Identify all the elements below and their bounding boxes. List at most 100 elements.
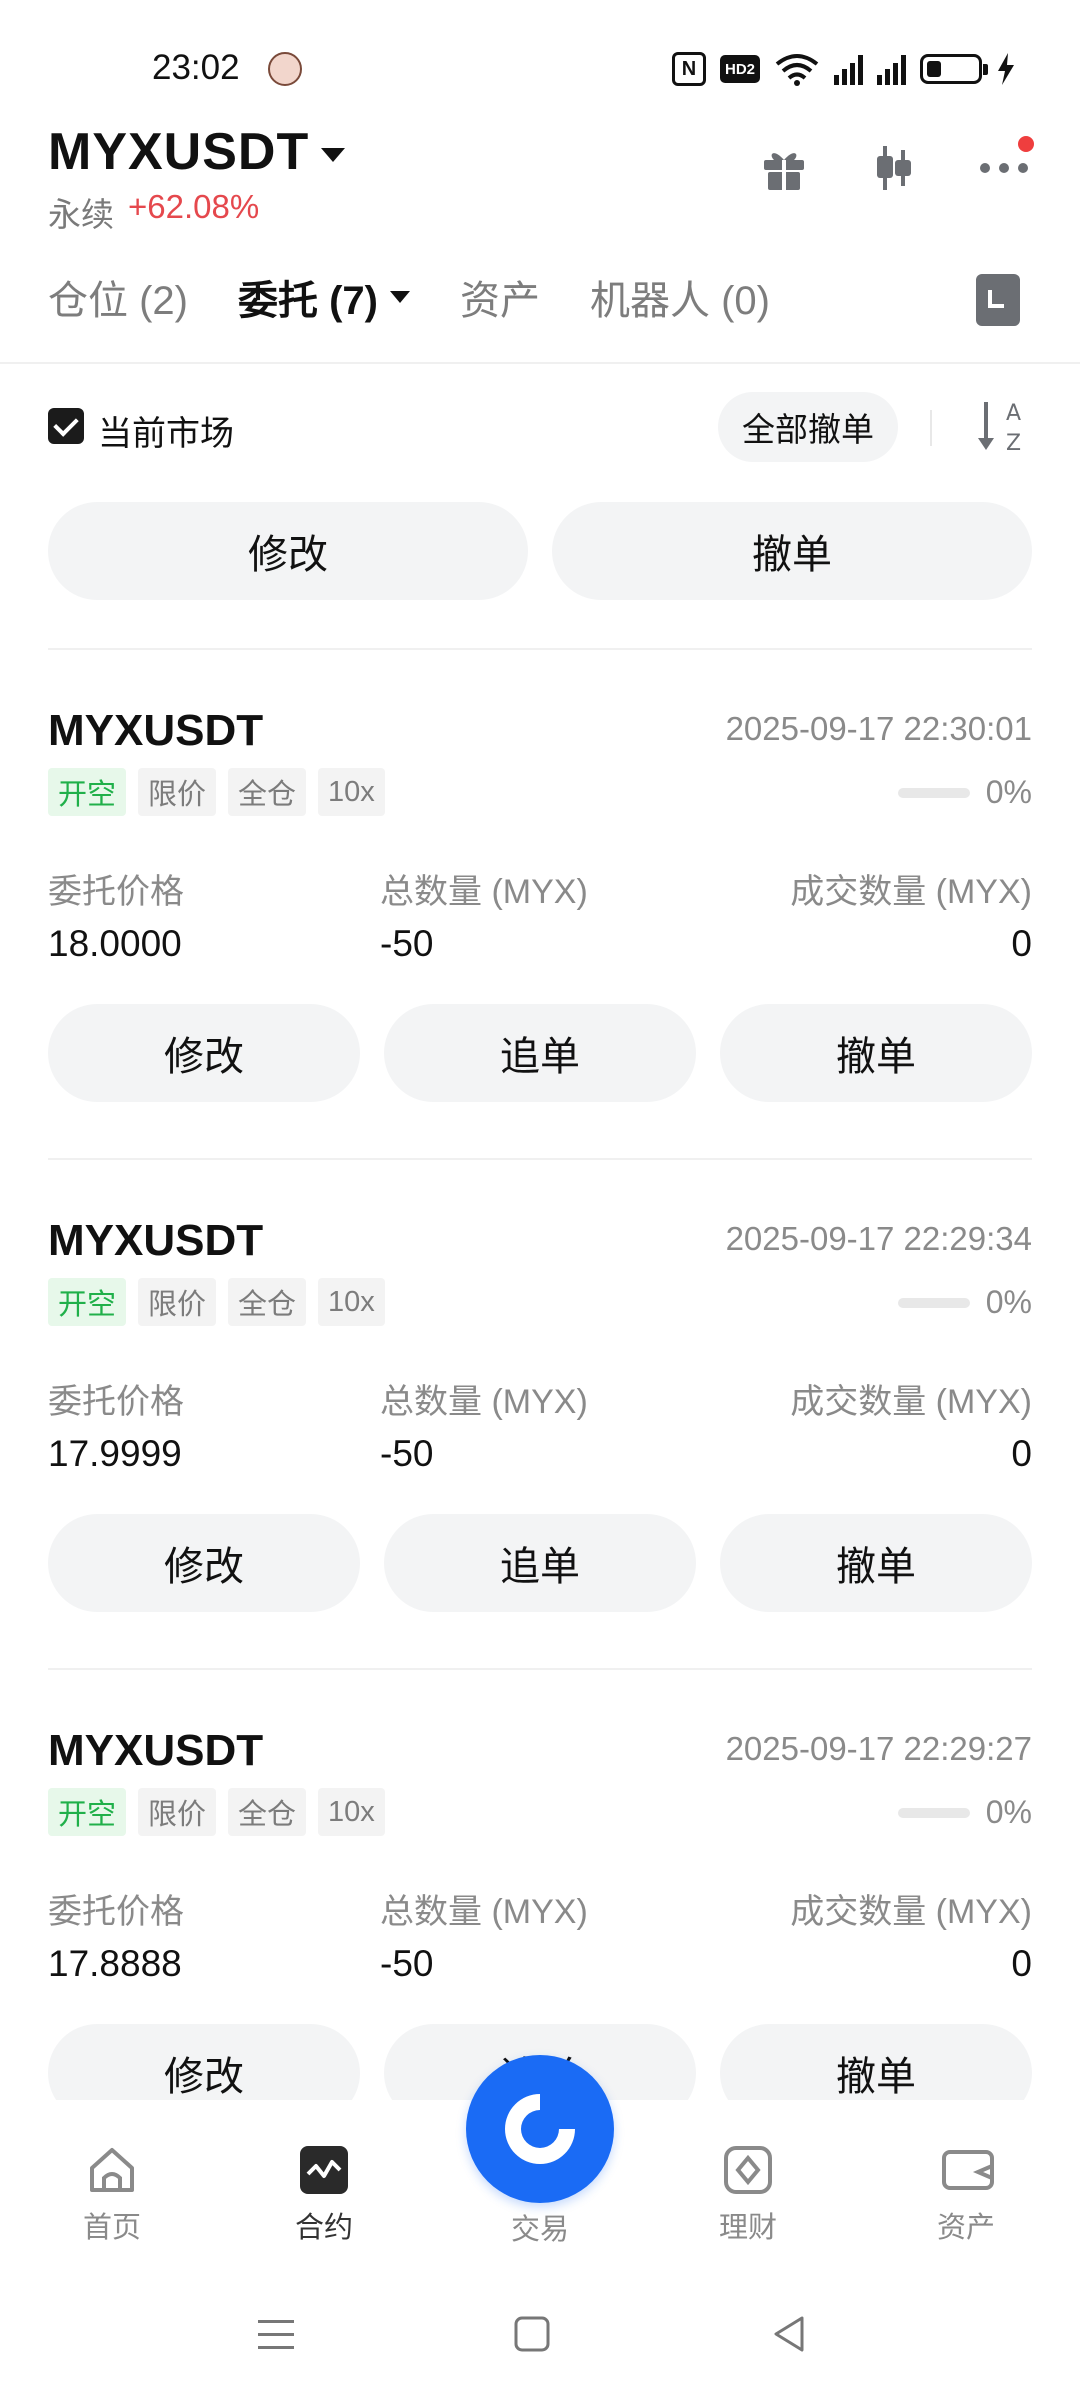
tag-margin-mode: 全仓 bbox=[228, 768, 307, 816]
order-card: MYXUSDT 2025-09-17 22:29:27 开空 限价 全仓 10x… bbox=[48, 1668, 1032, 2100]
modify-button[interactable]: 修改 bbox=[48, 1514, 360, 1612]
nav-futures-label: 合约 bbox=[294, 2212, 353, 2244]
symbol-title: MYXUSDT bbox=[48, 123, 310, 181]
nav-futures[interactable]: 合约 bbox=[264, 2144, 384, 2246]
progress-bar bbox=[897, 787, 970, 798]
wifi-icon bbox=[775, 54, 819, 86]
tab-orders-label: 委托 (7) bbox=[238, 279, 378, 323]
nav-home[interactable]: 首页 bbox=[52, 2144, 172, 2246]
filter-row: 当前市场 全部撤单 A Z bbox=[48, 392, 1032, 462]
order-time: 2025-09-17 22:29:34 bbox=[725, 1220, 1032, 1257]
home-icon bbox=[86, 2144, 138, 2196]
tag-leverage: 10x bbox=[318, 1788, 385, 1836]
earn-icon bbox=[722, 2144, 774, 2196]
tab-bots[interactable]: 机器人 (0) bbox=[590, 268, 770, 326]
batch-actions: 修改 撤单 bbox=[48, 502, 1032, 600]
filled-label: 成交数量 (MYX) bbox=[790, 1383, 1032, 1421]
progress-text: 0% bbox=[985, 1794, 1032, 1830]
cancel-button[interactable]: 撤单 bbox=[720, 1004, 1032, 1102]
filled-value: 0 bbox=[1011, 1943, 1032, 1984]
chase-button[interactable]: 追单 bbox=[384, 1004, 696, 1102]
order-filled: 成交数量 (MYX) 0 bbox=[790, 864, 1032, 965]
progress-text: 0% bbox=[985, 1284, 1032, 1320]
tag-side: 开空 bbox=[48, 1788, 127, 1836]
order-symbol: MYXUSDT bbox=[48, 1726, 264, 1775]
signal-5g-icon bbox=[877, 53, 906, 85]
order-price: 委托价格 17.9999 bbox=[48, 1374, 184, 1475]
filled-label: 成交数量 (MYX) bbox=[790, 873, 1032, 911]
menu-icon[interactable] bbox=[252, 2314, 300, 2356]
chase-button[interactable]: 追单 bbox=[384, 1514, 696, 1612]
nav-assets[interactable]: 资产 bbox=[906, 2144, 1026, 2246]
more-icon[interactable] bbox=[976, 136, 1034, 196]
gift-icon[interactable] bbox=[756, 140, 812, 196]
notification-dot bbox=[1018, 136, 1034, 152]
quantity-label: 总数量 (MYX) bbox=[380, 1383, 588, 1421]
tag-margin-mode: 全仓 bbox=[228, 1278, 307, 1326]
cancel-button[interactable]: 撤单 bbox=[720, 1514, 1032, 1612]
divider bbox=[930, 410, 932, 446]
futures-icon bbox=[298, 2144, 350, 2196]
wallet-icon bbox=[940, 2144, 994, 2196]
price-label: 委托价格 bbox=[48, 1893, 184, 1931]
tag-order-type: 限价 bbox=[138, 1278, 217, 1326]
fill-progress: 0% bbox=[897, 774, 1032, 811]
tag-order-type: 限价 bbox=[138, 768, 217, 816]
trade-icon bbox=[505, 2094, 575, 2164]
nav-earn[interactable]: 理财 bbox=[688, 2144, 808, 2246]
nfc-icon: N bbox=[672, 52, 706, 86]
svg-text:A: A bbox=[1006, 401, 1021, 426]
candlestick-icon[interactable] bbox=[866, 140, 922, 196]
modify-button[interactable]: 修改 bbox=[48, 2024, 360, 2100]
current-market-label[interactable]: 当前市场 bbox=[98, 406, 234, 455]
contract-type: 永续 bbox=[48, 196, 114, 233]
tab-assets[interactable]: 资产 bbox=[460, 268, 540, 326]
nav-earn-label: 理财 bbox=[718, 2212, 777, 2244]
nav-trade-label[interactable]: 交易 bbox=[480, 2206, 600, 2248]
modify-button[interactable]: 修改 bbox=[48, 1004, 360, 1102]
tag-order-type: 限价 bbox=[138, 1788, 217, 1836]
sort-az-icon[interactable]: A Z bbox=[976, 396, 1032, 458]
status-time: 23:02 bbox=[152, 48, 240, 87]
order-card: MYXUSDT 2025-09-17 22:29:34 开空 限价 全仓 10x… bbox=[48, 1158, 1032, 1668]
battery-icon bbox=[920, 54, 988, 84]
order-time: 2025-09-17 22:29:27 bbox=[725, 1730, 1032, 1767]
order-price: 委托价格 18.0000 bbox=[48, 864, 184, 965]
tag-margin-mode: 全仓 bbox=[228, 1788, 307, 1836]
batch-cancel-button[interactable]: 撤单 bbox=[552, 502, 1032, 600]
home-square-icon[interactable] bbox=[508, 2314, 556, 2356]
order-time: 2025-09-17 22:30:01 bbox=[725, 710, 1032, 747]
order-symbol: MYXUSDT bbox=[48, 706, 264, 755]
back-icon[interactable] bbox=[766, 2314, 814, 2356]
tab-orders[interactable]: 委托 (7) bbox=[238, 268, 410, 326]
symbol-selector[interactable]: MYXUSDT bbox=[48, 122, 346, 182]
quantity-label: 总数量 (MYX) bbox=[380, 873, 588, 911]
status-icons: N HD2 bbox=[672, 52, 1016, 86]
header: MYXUSDT 永续 +62.08% bbox=[0, 110, 1080, 240]
system-nav-bar bbox=[0, 2270, 1080, 2400]
chevron-down-icon bbox=[390, 291, 410, 303]
price-value: 17.8888 bbox=[48, 1943, 182, 1984]
cancel-all-button[interactable]: 全部撤单 bbox=[718, 392, 898, 462]
tag-side: 开空 bbox=[48, 768, 127, 816]
filled-value: 0 bbox=[1011, 1433, 1032, 1474]
hd-icon: HD2 bbox=[720, 55, 760, 83]
current-market-checkbox[interactable] bbox=[48, 408, 84, 444]
signal-5g-icon bbox=[834, 53, 863, 85]
order-tags: 开空 限价 全仓 10x bbox=[48, 768, 385, 816]
tag-leverage: 10x bbox=[318, 768, 385, 816]
svg-text:Z: Z bbox=[1006, 431, 1021, 456]
progress-text: 0% bbox=[985, 774, 1032, 810]
order-quantity: 总数量 (MYX) -50 bbox=[380, 1884, 588, 1985]
cancel-button[interactable]: 撤单 bbox=[720, 2024, 1032, 2100]
nav-trade-button[interactable] bbox=[466, 2055, 614, 2203]
history-icon[interactable] bbox=[976, 274, 1020, 326]
price-change: +62.08% bbox=[128, 188, 260, 225]
order-card: MYXUSDT 2025-09-17 22:30:01 开空 限价 全仓 10x… bbox=[48, 648, 1032, 1158]
order-filled: 成交数量 (MYX) 0 bbox=[790, 1884, 1032, 1985]
quantity-value: -50 bbox=[380, 923, 434, 964]
tag-leverage: 10x bbox=[318, 1278, 385, 1326]
tab-positions[interactable]: 仓位 (2) bbox=[48, 268, 188, 326]
order-tags: 开空 限价 全仓 10x bbox=[48, 1278, 385, 1326]
batch-modify-button[interactable]: 修改 bbox=[48, 502, 528, 600]
